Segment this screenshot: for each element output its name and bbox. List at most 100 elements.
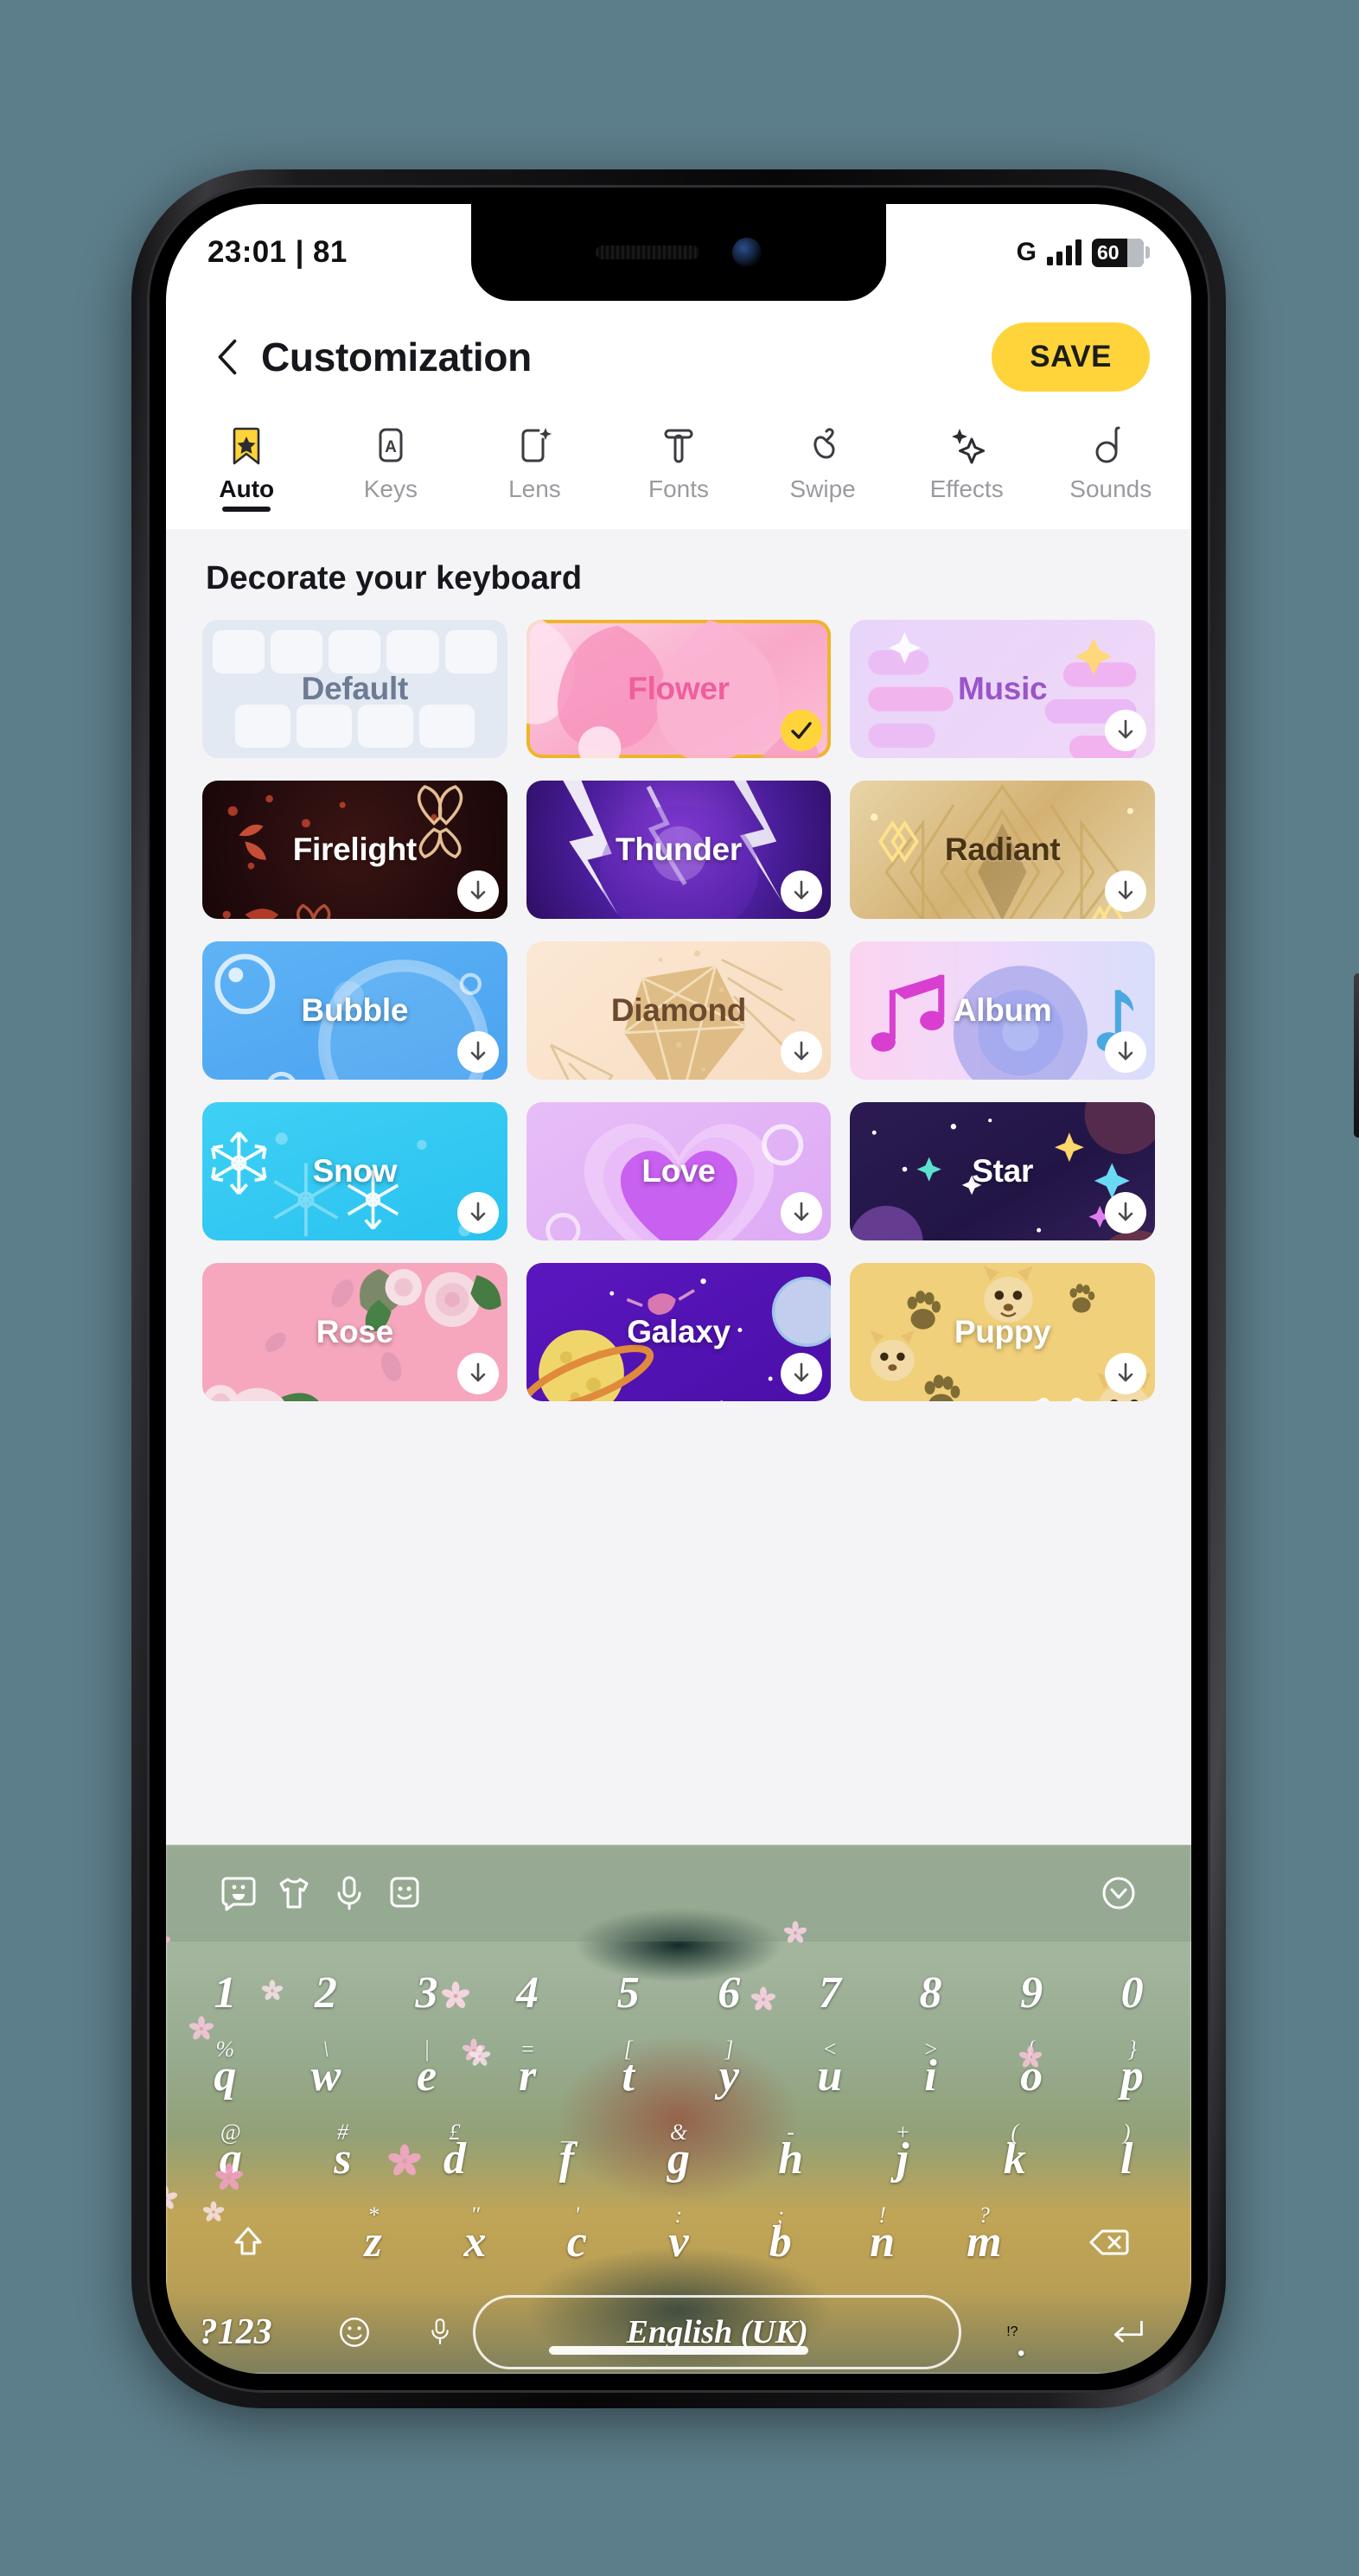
emoji-key[interactable]	[302, 2289, 407, 2374]
key-x[interactable]: " x	[424, 2201, 526, 2284]
key-i[interactable]: > i	[880, 2035, 981, 2118]
power-button[interactable]	[1354, 973, 1359, 1138]
shift-key[interactable]	[175, 2201, 322, 2284]
key-h[interactable]: -h	[735, 2118, 847, 2201]
key-t[interactable]: [t	[577, 2035, 679, 2118]
key-7[interactable]: 7	[780, 1952, 881, 2035]
download-badge[interactable]	[781, 1031, 823, 1073]
space-key[interactable]: English (UK)	[473, 2289, 962, 2374]
theme-tile-star[interactable]: Star	[850, 1102, 1155, 1240]
phone-notch	[471, 204, 886, 301]
key-w[interactable]: \ w	[276, 2035, 377, 2118]
theme-tile-flower[interactable]: Flower	[526, 620, 832, 758]
enter-key[interactable]	[1072, 2289, 1183, 2374]
chevron-down-circle-icon[interactable]	[1091, 1865, 1146, 1921]
key-5[interactable]: 5	[577, 1952, 679, 2035]
key-y[interactable]: ] y	[679, 2035, 780, 2118]
key-f[interactable]: _ f	[511, 2118, 623, 2201]
theme-tile-thunder[interactable]: Thunder	[526, 781, 832, 919]
key-q[interactable]: % q	[175, 2035, 276, 2118]
key-3[interactable]: 3	[376, 1952, 477, 2035]
tab-sounds[interactable]: Sounds	[1038, 420, 1183, 503]
tab-swipe[interactable]: Swipe	[750, 420, 895, 503]
key-n[interactable]: ! n	[832, 2201, 934, 2284]
tab-effects[interactable]: Effects	[895, 420, 1039, 503]
download-arrow-icon	[1118, 1362, 1133, 1382]
download-badge[interactable]	[1104, 710, 1146, 751]
period-key[interactable]: !? .	[967, 2289, 1067, 2374]
download-badge[interactable]	[1104, 870, 1146, 912]
key-v[interactable]: :v	[628, 2201, 730, 2284]
enter-arrow-icon	[1113, 2320, 1143, 2343]
theme-tile-snow[interactable]: Snow	[202, 1102, 507, 1240]
download-badge[interactable]	[1104, 1353, 1146, 1394]
key-j[interactable]: + j	[846, 2118, 959, 2201]
tab-label: Sounds	[1069, 475, 1152, 502]
theme-tile-firelight[interactable]: Firelight	[202, 781, 507, 919]
key-m[interactable]: ? m	[933, 2201, 1035, 2284]
key-d[interactable]: £ d	[399, 2118, 511, 2201]
key-9[interactable]: 9	[981, 1952, 1082, 2035]
key-g[interactable]: & g	[622, 2118, 735, 2201]
backspace-key[interactable]	[1035, 2201, 1183, 2284]
sticker-bubble-icon[interactable]	[211, 1865, 266, 1921]
smiley-sticker-icon[interactable]	[377, 1865, 432, 1921]
key-r[interactable]: = r	[477, 2035, 578, 2118]
theme-name: Flower	[628, 671, 730, 706]
key-k[interactable]: (k	[959, 2118, 1071, 2201]
key-b[interactable]: ; b	[730, 2201, 832, 2284]
theme-tile-rose[interactable]: Rose	[202, 1263, 507, 1401]
key-1[interactable]: 1	[175, 1952, 276, 2035]
space-key-surface: English (UK)	[473, 2295, 962, 2369]
key-e[interactable]: | e	[376, 2035, 477, 2118]
network-type-label: G	[1016, 238, 1037, 266]
download-badge[interactable]	[456, 1031, 499, 1073]
key-z[interactable]: * z	[322, 2201, 424, 2284]
key-2[interactable]: 2	[276, 1952, 377, 2035]
tab-fonts[interactable]: Fonts	[607, 420, 751, 503]
key-l[interactable]: ) l	[1070, 2118, 1183, 2201]
phone-screen: 23:01 | 81 G 60 Customization SAVE Auto …	[166, 204, 1191, 2374]
theme-tile-galaxy[interactable]: Galaxy	[526, 1263, 832, 1401]
microphone-icon[interactable]	[322, 1865, 377, 1921]
download-badge[interactable]	[456, 1192, 499, 1234]
download-badge[interactable]	[1104, 1031, 1146, 1073]
key-6[interactable]: 6	[679, 1952, 780, 2035]
key-a[interactable]: @ a	[175, 2118, 287, 2201]
theme-tile-album[interactable]: Album	[850, 941, 1155, 1080]
tshirt-icon[interactable]	[266, 1865, 322, 1921]
key-4[interactable]: 4	[477, 1952, 578, 2035]
theme-name: Love	[641, 1153, 716, 1189]
theme-tile-bubble[interactable]: Bubble	[202, 941, 507, 1080]
backspace-icon	[1089, 2229, 1129, 2255]
theme-tile-radiant[interactable]: Radiant	[850, 781, 1155, 919]
key-8[interactable]: 8	[880, 1952, 981, 2035]
key-p[interactable]: } p	[1081, 2035, 1183, 2118]
tab-keys[interactable]: A Keys	[319, 420, 463, 503]
key-0[interactable]: 0	[1081, 1952, 1183, 2035]
key-c[interactable]: ' c	[526, 2201, 628, 2284]
download-badge[interactable]	[1104, 1192, 1146, 1234]
download-badge[interactable]	[781, 1192, 823, 1234]
download-badge[interactable]	[456, 870, 499, 912]
save-button[interactable]: SAVE	[992, 322, 1150, 392]
theme-tile-default[interactable]: Default	[202, 620, 507, 758]
theme-tile-love[interactable]: Love	[526, 1102, 832, 1240]
back-button[interactable]	[207, 331, 247, 383]
theme-tile-puppy[interactable]: Puppy	[850, 1263, 1155, 1401]
key-s[interactable]: # s	[287, 2118, 399, 2201]
theme-tile-diamond[interactable]: Diamond	[526, 941, 832, 1080]
key-u[interactable]: < u	[780, 2035, 881, 2118]
download-arrow-icon	[794, 1362, 809, 1382]
tab-lens[interactable]: Lens	[463, 420, 607, 503]
key-main-label: 6	[718, 1968, 741, 2018]
tab-auto[interactable]: Auto	[175, 420, 319, 503]
theme-tile-music[interactable]: Music	[850, 620, 1155, 758]
download-badge[interactable]	[456, 1353, 499, 1394]
mic-key[interactable]	[412, 2289, 468, 2374]
download-badge[interactable]	[781, 870, 823, 912]
symbols-key[interactable]: ?123	[175, 2289, 297, 2374]
key-o[interactable]: {o	[981, 2035, 1082, 2118]
theme-name: Rose	[316, 1314, 394, 1349]
download-badge[interactable]	[781, 1353, 823, 1394]
